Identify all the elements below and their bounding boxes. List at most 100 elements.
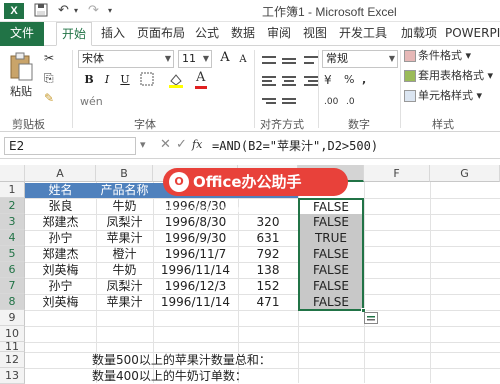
redo-icon[interactable]: ↷ xyxy=(88,3,99,19)
tab-page-layout[interactable]: 页面布局 xyxy=(132,22,190,46)
decrease-decimal-icon[interactable]: .0 xyxy=(346,94,355,110)
header-cell-name[interactable]: 姓名 xyxy=(25,182,96,198)
row-header-1[interactable]: 1 xyxy=(0,182,25,198)
table-cell[interactable]: 郑建杰 xyxy=(25,246,96,262)
worksheet-grid[interactable]: A B C D E F G 1 2 3 4 5 6 7 8 9 10 11 12… xyxy=(0,165,500,384)
format-painter-icon[interactable]: ✎ xyxy=(44,90,54,106)
conditional-format-button[interactable]: 条件格式 ▾ xyxy=(418,48,471,64)
quick-analysis-icon[interactable] xyxy=(364,312,378,324)
tab-formulas[interactable]: 公式 xyxy=(190,22,224,46)
row-header-4[interactable]: 4 xyxy=(0,230,25,246)
row-header-7[interactable]: 7 xyxy=(0,278,25,294)
percent-button[interactable]: % xyxy=(344,72,354,88)
header-cell-product[interactable]: 产品名称 xyxy=(96,182,153,198)
row-header-6[interactable]: 6 xyxy=(0,262,25,278)
table-cell[interactable]: 刘英梅 xyxy=(25,262,96,278)
table-cell[interactable]: 1996/9/30 xyxy=(153,230,238,246)
save-icon[interactable] xyxy=(34,3,48,22)
column-header-b[interactable]: B xyxy=(96,165,153,182)
table-cell[interactable]: 刘英梅 xyxy=(25,294,96,310)
table-cell[interactable]: 苹果汁 xyxy=(96,294,153,310)
table-cell[interactable]: 苹果汁 xyxy=(96,230,153,246)
table-cell[interactable]: 1996/11/14 xyxy=(153,294,238,310)
undo-icon[interactable]: ↶ xyxy=(58,3,69,19)
table-cell[interactable]: FALSE xyxy=(298,278,364,294)
tab-file[interactable]: 文件 xyxy=(0,22,44,46)
tab-addins[interactable]: 加载项 xyxy=(396,22,442,46)
font-size-select[interactable]: 11 ▼ xyxy=(178,50,212,68)
note-row-12[interactable]: 数量500以上的苹果汁数量总和： xyxy=(92,352,332,368)
row-header-9[interactable]: 9 xyxy=(0,310,25,326)
bold-button[interactable]: B xyxy=(80,72,98,90)
font-name-select[interactable]: 宋体 ▼ xyxy=(78,50,174,68)
enter-icon[interactable]: ✓ xyxy=(176,137,187,153)
column-header-f[interactable]: F xyxy=(364,165,430,182)
formula-input[interactable]: =AND(B2="苹果汁",D2>500) xyxy=(212,137,498,155)
table-cell[interactable]: FALSE xyxy=(298,262,364,278)
row-header-13[interactable]: 13 xyxy=(0,368,25,384)
name-box-dropdown-icon[interactable]: ▾ xyxy=(140,137,146,153)
column-header-a[interactable]: A xyxy=(25,165,96,182)
chevron-down-icon[interactable]: ▾ xyxy=(74,3,78,19)
table-cell[interactable]: FALSE xyxy=(298,214,364,230)
tab-insert[interactable]: 插入 xyxy=(96,22,130,46)
table-cell[interactable]: 320 xyxy=(238,214,298,230)
cancel-icon[interactable]: ✕ xyxy=(160,137,171,153)
customize-qat-icon[interactable]: ▾ xyxy=(108,3,112,19)
table-cell[interactable]: 橙汁 xyxy=(96,246,153,262)
cell-styles-button[interactable]: 单元格样式 ▾ xyxy=(418,88,482,104)
column-header-g[interactable]: G xyxy=(430,165,500,182)
table-cell[interactable]: 凤梨汁 xyxy=(96,214,153,230)
cut-icon[interactable]: ✂ xyxy=(44,50,54,66)
grow-font-button[interactable]: A xyxy=(216,50,234,68)
tab-powerpivot[interactable]: POWERPIV xyxy=(440,22,500,46)
row-header-11[interactable]: 11 xyxy=(0,341,25,352)
name-box[interactable]: E2 xyxy=(4,137,136,155)
row-header-3[interactable]: 3 xyxy=(0,214,25,230)
table-cell[interactable]: 孙宁 xyxy=(25,230,96,246)
copy-icon[interactable]: ⎘ xyxy=(44,70,54,86)
table-cell[interactable]: 1996/8/30 xyxy=(153,214,238,230)
table-cell[interactable]: 471 xyxy=(238,294,298,310)
comma-button[interactable]: , xyxy=(362,72,366,88)
table-cell[interactable]: 1996/12/3 xyxy=(153,278,238,294)
fill-color-icon[interactable] xyxy=(168,72,184,93)
underline-button[interactable]: U xyxy=(116,72,134,90)
row-header-5[interactable]: 5 xyxy=(0,246,25,262)
tab-view[interactable]: 视图 xyxy=(298,22,332,46)
table-cell[interactable]: 1996/11/14 xyxy=(153,262,238,278)
increase-decimal-icon[interactable]: .00 xyxy=(324,94,338,110)
table-cell[interactable]: 792 xyxy=(238,246,298,262)
shrink-font-button[interactable]: A xyxy=(234,52,252,70)
table-cell[interactable]: 郑建杰 xyxy=(25,214,96,230)
table-cell[interactable]: FALSE xyxy=(298,246,364,262)
table-cell[interactable]: 631 xyxy=(238,230,298,246)
font-color-icon[interactable]: A xyxy=(196,70,205,86)
table-cell[interactable]: 张良 xyxy=(25,198,96,214)
insert-function-button[interactable]: fx xyxy=(192,137,202,153)
note-row-13[interactable]: 数量400以上的牛奶订单数： xyxy=(92,368,332,384)
number-format-select[interactable]: 常规 ▼ xyxy=(322,50,398,68)
table-cell[interactable]: 1996/11/7 xyxy=(153,246,238,262)
row-header-8[interactable]: 8 xyxy=(0,294,25,310)
table-cell[interactable]: 152 xyxy=(238,278,298,294)
paste-button[interactable]: 粘贴 xyxy=(10,84,32,100)
table-cell[interactable]: 凤梨汁 xyxy=(96,278,153,294)
tab-home[interactable]: 开始 xyxy=(56,22,93,46)
border-icon[interactable] xyxy=(140,72,154,91)
table-cell[interactable]: 牛奶 xyxy=(96,262,153,278)
table-cell[interactable]: TRUE xyxy=(298,230,364,246)
italic-button[interactable]: I xyxy=(98,72,116,90)
tab-review[interactable]: 审阅 xyxy=(262,22,296,46)
row-header-12[interactable]: 12 xyxy=(0,352,25,368)
table-cell[interactable]: FALSE xyxy=(298,294,364,310)
row-header-2[interactable]: 2 xyxy=(0,198,25,214)
table-cell[interactable]: 孙宁 xyxy=(25,278,96,294)
table-cell[interactable]: 138 xyxy=(238,262,298,278)
select-all-corner[interactable] xyxy=(0,165,25,182)
table-cell[interactable]: 牛奶 xyxy=(96,198,153,214)
currency-button[interactable]: ¥ xyxy=(324,72,332,88)
paste-icon[interactable] xyxy=(8,52,36,86)
tab-data[interactable]: 数据 xyxy=(226,22,260,46)
phonetic-icon[interactable]: wén xyxy=(80,94,103,110)
